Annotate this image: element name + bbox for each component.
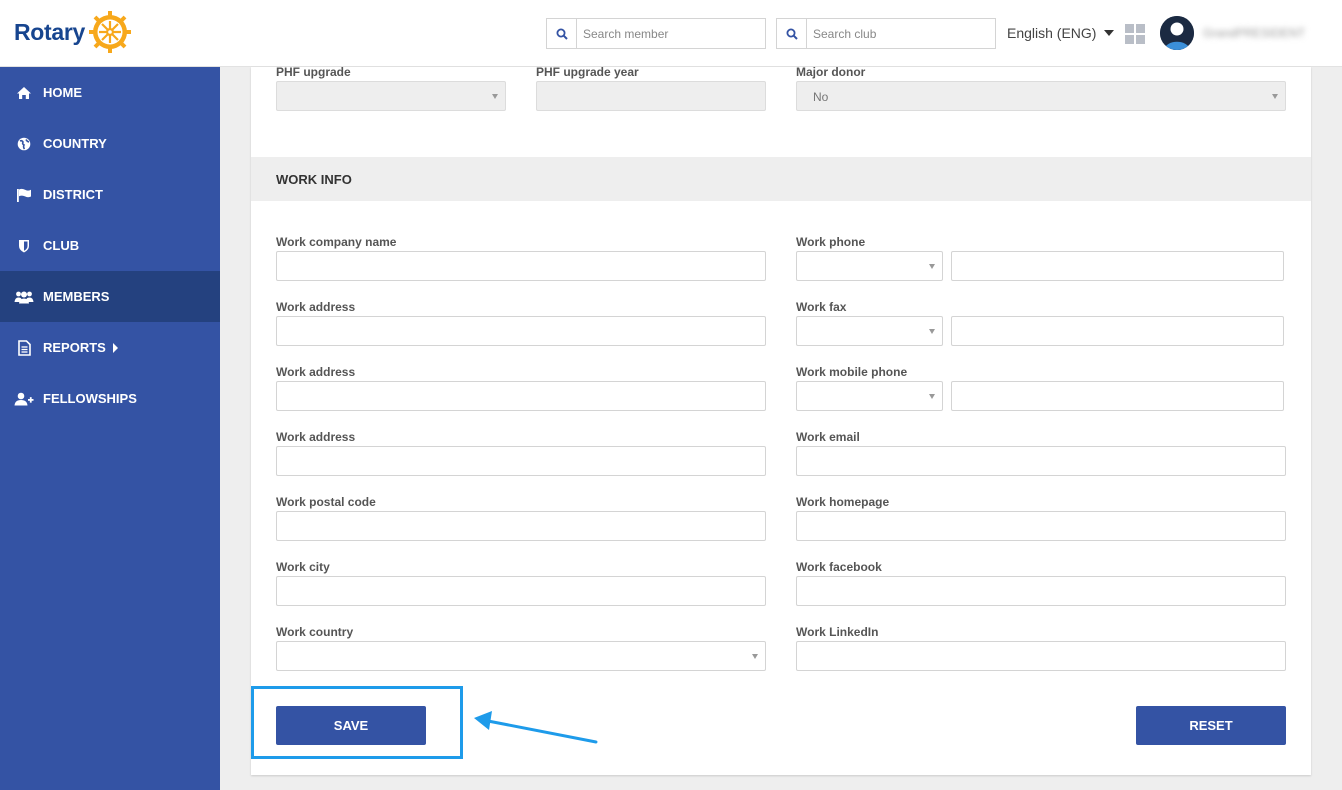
work-fax-prefix-select[interactable] <box>796 316 943 346</box>
chevron-down-icon <box>492 94 498 99</box>
work-email-input[interactable] <box>796 446 1286 476</box>
work-city-input[interactable] <box>276 576 766 606</box>
shield-icon <box>14 238 34 254</box>
work-city-label: Work city <box>276 560 330 574</box>
work-postal-code-label: Work postal code <box>276 495 376 509</box>
user-plus-icon <box>14 391 34 407</box>
work-email-label: Work email <box>796 430 860 444</box>
search-club-box <box>776 18 996 49</box>
work-info-section-header: WORK INFO <box>251 157 1311 201</box>
work-company-name-label: Work company name <box>276 235 397 249</box>
sidebar-item-label: HOME <box>43 85 82 100</box>
work-address-1-label: Work address <box>276 300 356 314</box>
work-homepage-input[interactable] <box>796 511 1286 541</box>
flag-icon <box>14 187 34 203</box>
sidebar-item-label: FELLOWSHIPS <box>43 391 137 406</box>
work-fax-input[interactable] <box>951 316 1284 346</box>
work-country-label: Work country <box>276 625 354 639</box>
chevron-down-icon <box>1104 30 1115 36</box>
major-donor-select[interactable]: No <box>796 81 1286 111</box>
major-donor-label: Major donor <box>796 65 866 79</box>
save-highlight-box <box>251 686 463 759</box>
sidebar-item-members[interactable]: MEMBERS <box>0 271 220 322</box>
top-bar: Rotary Search member Search club English… <box>0 0 1342 67</box>
rotary-wheel-icon <box>89 11 132 53</box>
work-linkedin-label: Work LinkedIn <box>796 625 879 639</box>
avatar[interactable] <box>1160 16 1194 50</box>
sidebar-item-fellowships[interactable]: FELLOWSHIPS <box>0 373 220 424</box>
work-address-1-input[interactable] <box>276 316 766 346</box>
phf-upgrade-label: PHF upgrade <box>276 65 351 79</box>
search-icon[interactable] <box>547 19 577 48</box>
chevron-down-icon <box>929 264 935 269</box>
arrow-pointer-icon <box>474 711 598 744</box>
work-address-2-label: Work address <box>276 365 356 379</box>
search-club-input[interactable] <box>807 19 987 48</box>
sidebar-item-label: DISTRICT <box>43 187 103 202</box>
reset-button[interactable]: RESET <box>1136 706 1286 745</box>
member-form-card: PHF upgrade PHF upgrade year Major donor… <box>251 65 1311 775</box>
globe-icon <box>14 136 34 152</box>
sidebar-item-home[interactable]: HOME <box>0 67 220 118</box>
phf-upgrade-year-label: PHF upgrade year <box>536 65 639 79</box>
sidebar-item-reports[interactable]: REPORTS <box>0 322 220 373</box>
search-member-box <box>546 18 766 49</box>
sidebar-item-club[interactable]: CLUB <box>0 220 220 271</box>
sidebar-item-label: COUNTRY <box>43 136 107 151</box>
search-icon[interactable] <box>777 19 807 48</box>
work-facebook-label: Work facebook <box>796 560 882 574</box>
apps-grid-icon[interactable] <box>1125 24 1145 44</box>
work-address-3-input[interactable] <box>276 446 766 476</box>
section-title: WORK INFO <box>276 172 352 187</box>
work-linkedin-input[interactable] <box>796 641 1286 671</box>
work-mobile-phone-input[interactable] <box>951 381 1284 411</box>
sidebar: HOME COUNTRY DISTRICT CLUB MEMBERS REPOR… <box>0 67 220 790</box>
work-homepage-label: Work homepage <box>796 495 890 509</box>
work-mobile-prefix-select[interactable] <box>796 381 943 411</box>
phf-upgrade-year-input[interactable] <box>536 81 766 111</box>
sidebar-item-label: CLUB <box>43 238 80 253</box>
search-member-input[interactable] <box>577 19 757 48</box>
brand-name: Rotary <box>14 18 86 45</box>
user-name[interactable]: GrandPRESIDENT <box>1203 26 1305 40</box>
work-country-select[interactable] <box>276 641 766 671</box>
users-icon <box>14 289 34 305</box>
user-silhouette-icon <box>1160 16 1194 50</box>
work-phone-prefix-select[interactable] <box>796 251 943 281</box>
sidebar-item-district[interactable]: DISTRICT <box>0 169 220 220</box>
work-address-2-input[interactable] <box>276 381 766 411</box>
work-phone-label: Work phone <box>796 235 866 249</box>
phf-upgrade-select[interactable] <box>276 81 506 111</box>
sidebar-item-country[interactable]: COUNTRY <box>0 118 220 169</box>
chevron-down-icon <box>1272 94 1278 99</box>
sidebar-item-label: REPORTS <box>43 340 106 355</box>
language-selector[interactable]: English (ENG) <box>1007 25 1115 41</box>
work-fax-label: Work fax <box>796 300 847 314</box>
work-postal-code-input[interactable] <box>276 511 766 541</box>
chevron-down-icon <box>929 394 935 399</box>
work-address-3-label: Work address <box>276 430 356 444</box>
work-facebook-input[interactable] <box>796 576 1286 606</box>
home-icon <box>14 85 34 101</box>
work-company-name-input[interactable] <box>276 251 766 281</box>
chevron-down-icon <box>752 654 758 659</box>
sidebar-item-label: MEMBERS <box>43 289 110 304</box>
chevron-down-icon <box>929 329 935 334</box>
language-label: English (ENG) <box>1007 25 1097 41</box>
chevron-right-icon <box>112 342 118 353</box>
rotary-logo[interactable]: Rotary <box>14 10 132 54</box>
work-phone-input[interactable] <box>951 251 1284 281</box>
major-donor-value: No <box>813 90 829 104</box>
document-icon <box>14 339 34 356</box>
work-mobile-phone-label: Work mobile phone <box>796 365 908 379</box>
